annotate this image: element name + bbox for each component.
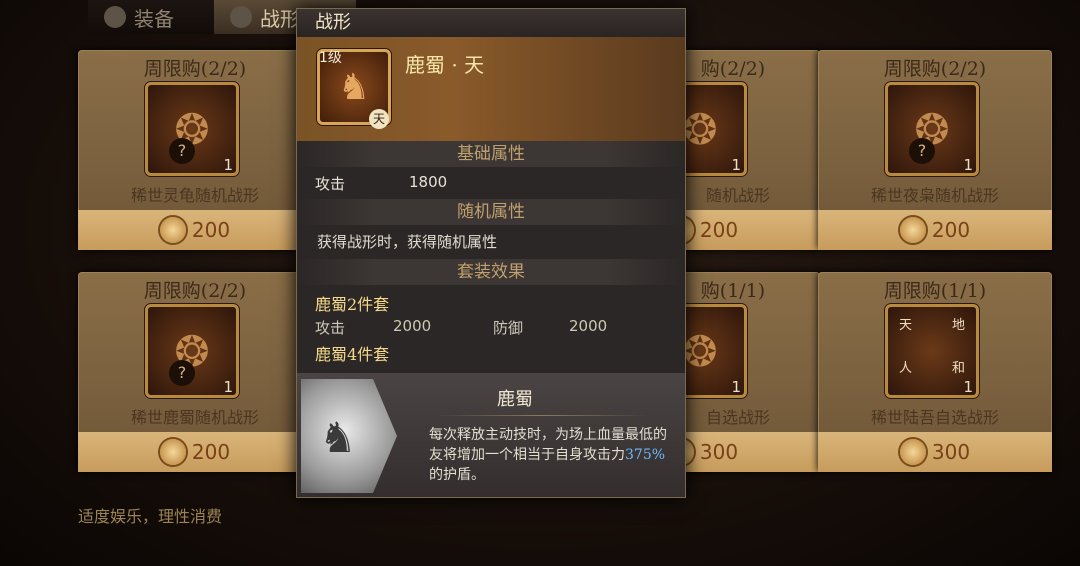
level-badge: 1级 xyxy=(319,50,342,66)
base-attributes-title: 基础属性 xyxy=(297,141,685,167)
divider xyxy=(437,415,647,416)
coin-icon xyxy=(159,217,186,243)
purchase-limit: 周限购(2/2) xyxy=(883,58,987,80)
item-name: 稀世夜枭随机战形 xyxy=(870,186,999,205)
shop-card-owl[interactable]: 周限购(2/2) ❂ ? 1 稀世夜枭随机战形 200 xyxy=(818,50,1052,250)
price-value: 300 xyxy=(931,440,971,464)
base-stat-row: 攻击 1800 xyxy=(297,167,685,199)
set2-name: 鹿蜀2件套 xyxy=(315,295,390,314)
coin-icon xyxy=(899,217,926,243)
price-value: 200 xyxy=(931,218,971,242)
buy-button[interactable]: 200 xyxy=(818,210,1052,250)
shield-percent: 375% xyxy=(625,447,666,463)
item-count: 1 xyxy=(223,378,233,396)
purchase-limit: 周限购(1/1) xyxy=(883,280,987,302)
coin-icon xyxy=(899,439,926,465)
deer-emblem-icon: ❂ ? 1 xyxy=(145,304,239,398)
item-count: 1 xyxy=(731,378,741,396)
stat-label: 攻击 xyxy=(315,175,346,193)
skill-title: 鹿蜀 xyxy=(497,389,533,410)
mark-he: 和 xyxy=(951,361,965,376)
set4-name: 鹿蜀4件套 xyxy=(315,345,390,364)
shop-card-deer[interactable]: 周限购(2/2) ❂ ? 1 稀世鹿蜀随机战形 200 xyxy=(78,272,312,472)
buy-button[interactable]: 300 xyxy=(818,432,1052,472)
item-name: 稀世灵龟随机战形 xyxy=(130,186,259,205)
mark-ren: 人 xyxy=(899,361,913,376)
random-attributes-title: 随机属性 xyxy=(297,199,685,225)
equipment-icon xyxy=(104,6,126,28)
deer-sketch-icon: ♞ xyxy=(301,379,397,493)
shop-card-turtle[interactable]: 周限购(2/2) ❂ ? 1 稀世灵龟随机战形 200 xyxy=(78,50,312,250)
random-attributes-desc: 获得战形时，获得随机属性 xyxy=(317,233,498,251)
item-count: 1 xyxy=(223,156,233,174)
item-header: ♞ 1级 天 鹿蜀 · 天 xyxy=(297,37,685,141)
spending-notice: 适度娱乐，理性消费 xyxy=(78,507,223,526)
item-name: 稀世陆吾自选战形 xyxy=(870,408,999,427)
price-value: 300 xyxy=(699,440,739,464)
purchase-limit: 周限购(2/2) xyxy=(143,280,247,302)
tab-battle-form-label: 战形 xyxy=(260,6,300,31)
buy-button[interactable]: 200 xyxy=(78,432,312,472)
mystery-mark: ? xyxy=(169,360,195,386)
coin-icon xyxy=(159,439,186,465)
mark-tian: 天 xyxy=(899,318,913,333)
set2-stat1-value: 2000 xyxy=(393,317,432,335)
item-name: 稀世鹿蜀随机战形 xyxy=(130,408,259,427)
tier-mark: 天 xyxy=(369,109,389,129)
owl-emblem-icon: ❂ ? 1 xyxy=(885,82,979,176)
battle-form-icon xyxy=(230,6,252,28)
popup-title: 战形 xyxy=(297,9,685,37)
item-name: 鹿蜀 · 天 xyxy=(405,53,485,77)
item-count: 1 xyxy=(963,378,973,396)
item-count: 1 xyxy=(731,156,741,174)
shop-card-luwu[interactable]: 周限购(1/1) 天 地 人 和 1 稀世陆吾自选战形 300 xyxy=(818,272,1052,472)
set2-stat1-label: 攻击 xyxy=(315,319,346,337)
set2-stats: 攻击 2000 防御 2000 xyxy=(297,313,685,341)
price-value: 200 xyxy=(699,218,739,242)
skill-description: 每次释放主动技时，为场上血量最低的友将增加一个相当于自身攻击力375%的护盾。 xyxy=(429,427,667,483)
turtle-emblem-icon: ❂ ? 1 xyxy=(145,82,239,176)
set-effect-title: 套装效果 xyxy=(297,259,685,285)
mark-di: 地 xyxy=(951,318,965,333)
buy-button[interactable]: 200 xyxy=(78,210,312,250)
item-count: 1 xyxy=(963,156,973,174)
tab-equipment-label: 装备 xyxy=(134,6,174,31)
mystery-mark: ? xyxy=(169,138,195,164)
skill-panel: ♞ 鹿蜀 每次释放主动技时，为场上血量最低的友将增加一个相当于自身攻击力375%… xyxy=(297,373,685,497)
luwu-emblem-icon: 天 地 人 和 1 xyxy=(885,304,979,398)
mystery-mark: ? xyxy=(909,138,935,164)
stat-value: 1800 xyxy=(409,173,448,191)
purchase-limit: 周限购(2/2) xyxy=(143,58,247,80)
price-value: 200 xyxy=(191,440,231,464)
price-value: 200 xyxy=(191,218,231,242)
set2-stat2-value: 2000 xyxy=(569,317,608,335)
battle-form-detail-popup[interactable]: 战形 ♞ 1级 天 鹿蜀 · 天 基础属性 攻击 1800 随机属性 获得战形时… xyxy=(296,8,686,498)
set2-stat2-label: 防御 xyxy=(493,319,524,337)
